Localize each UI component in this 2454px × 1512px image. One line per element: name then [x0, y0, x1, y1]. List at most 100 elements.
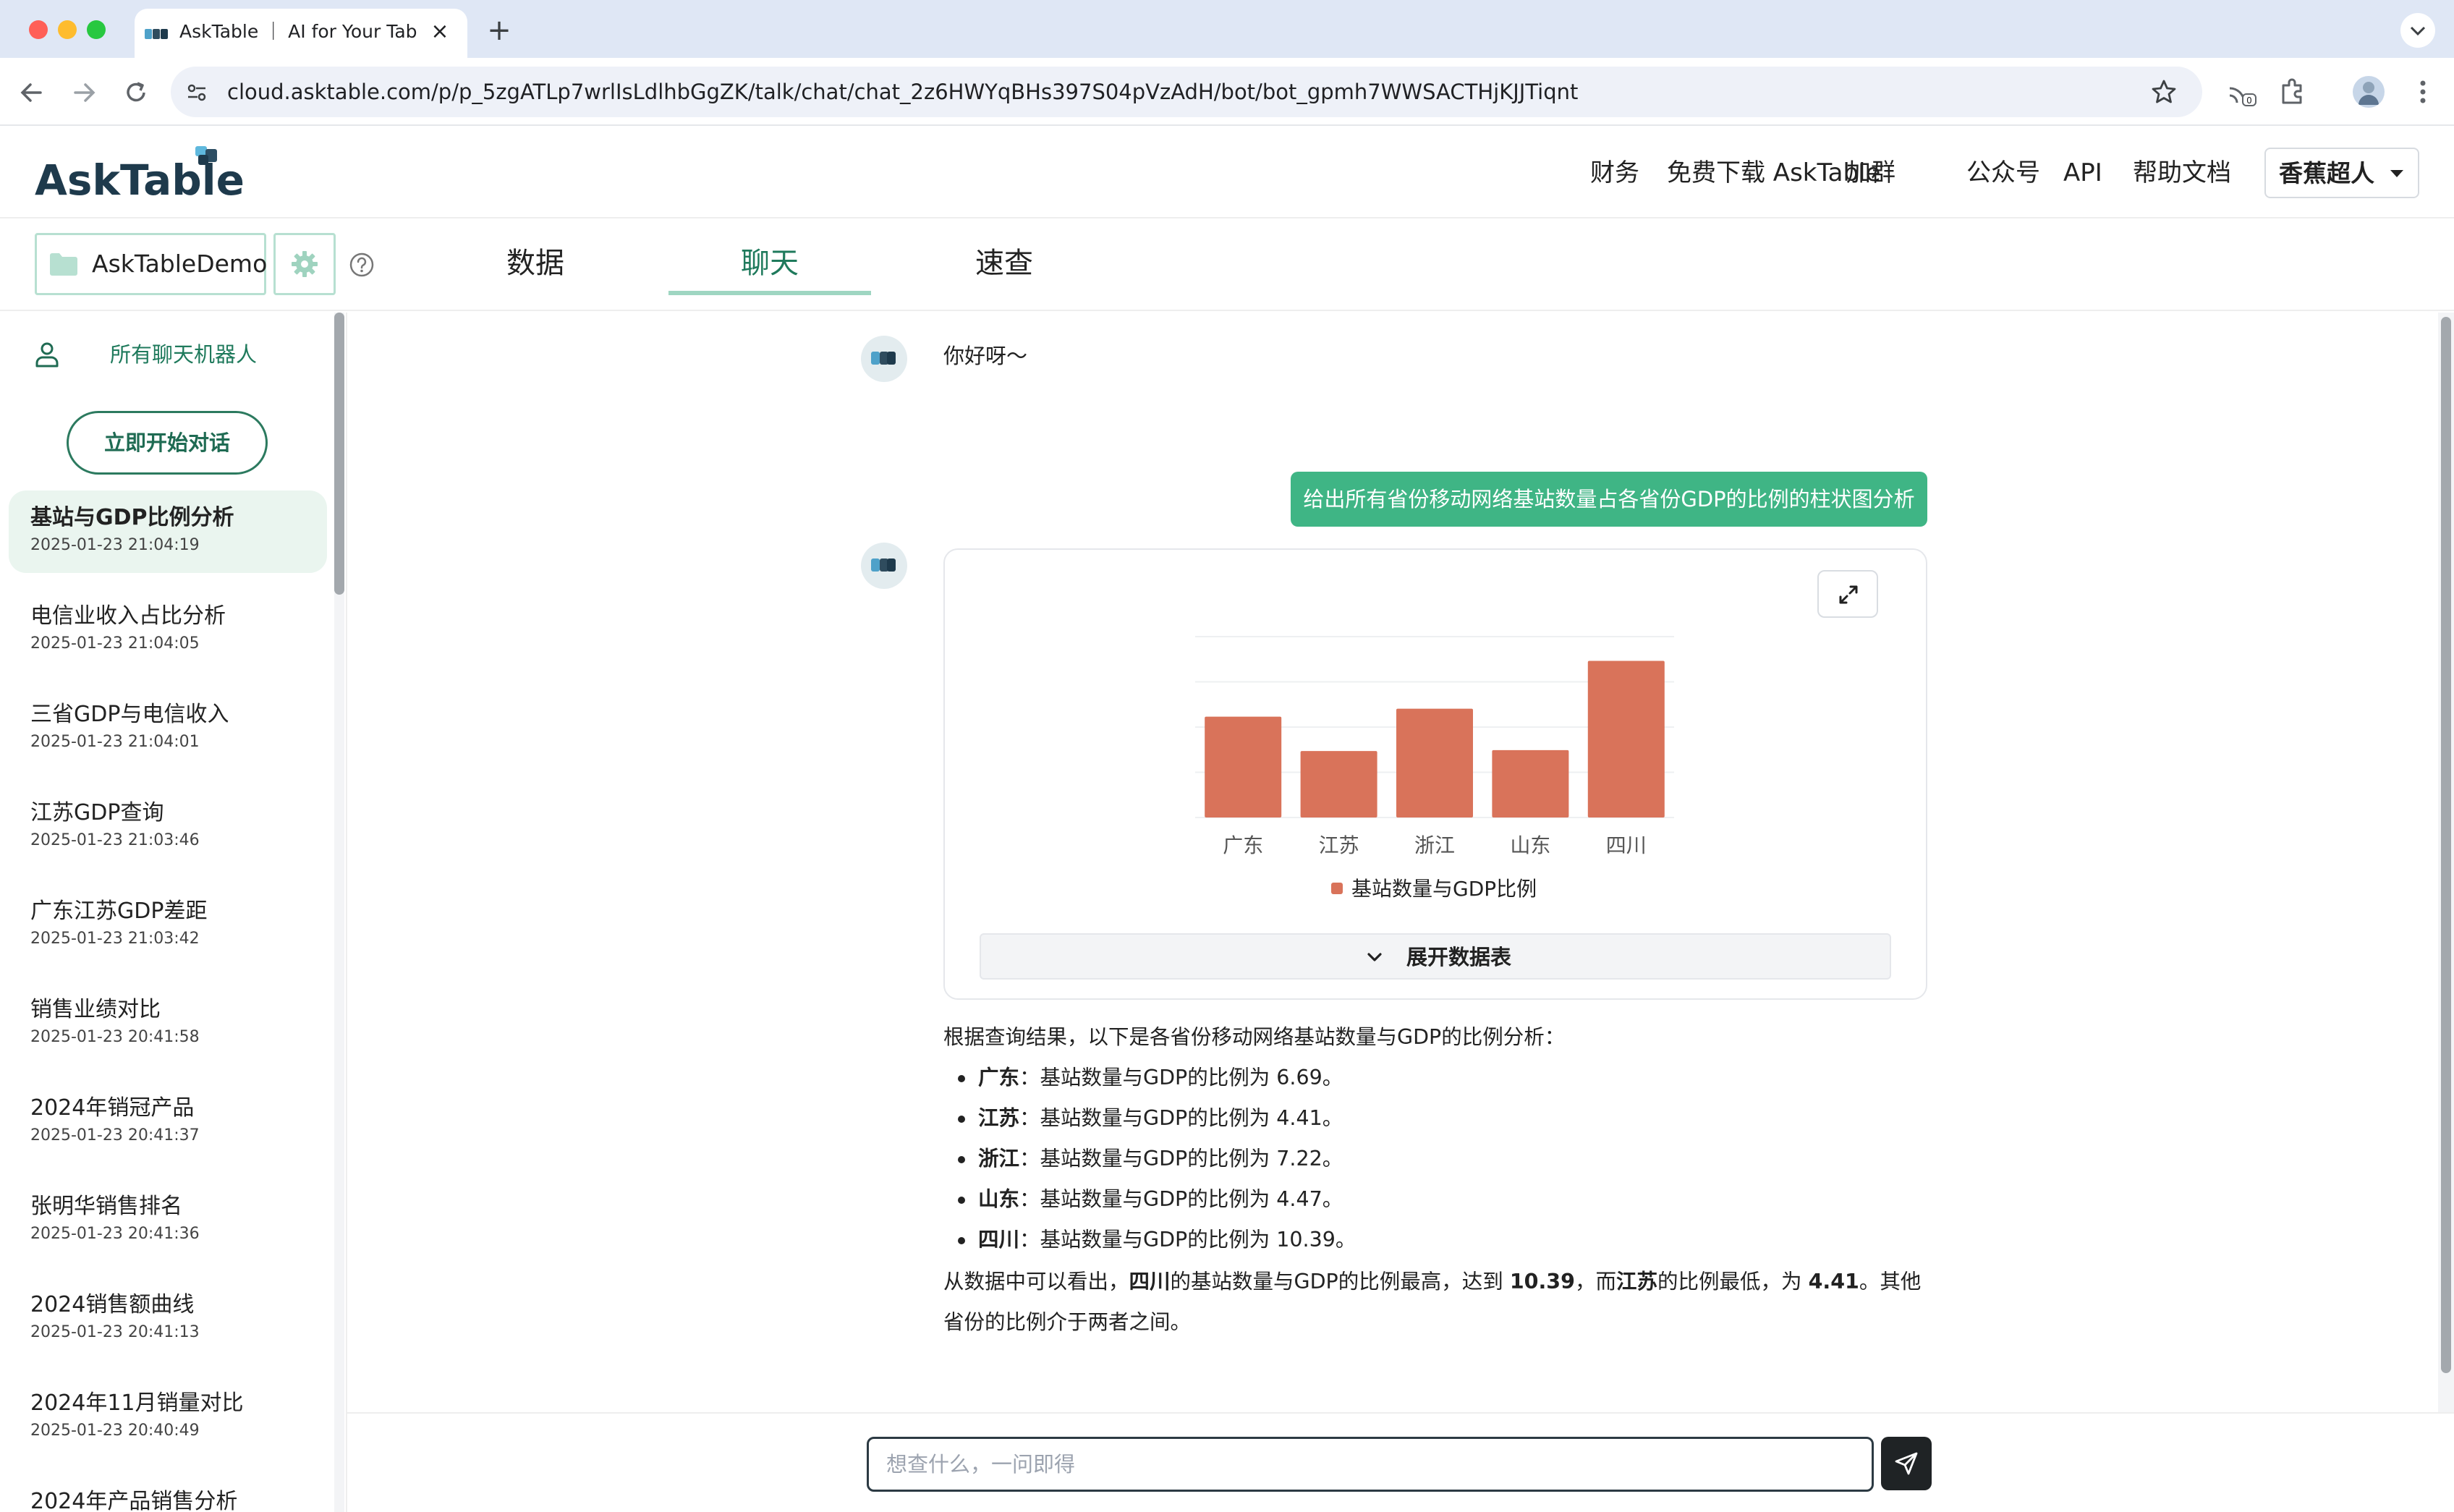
chart-bar — [1300, 751, 1377, 817]
chat-scrollbar[interactable] — [2438, 313, 2454, 1412]
chat-sidebar: 所有聊天机器人 立即开始对话 基站与GDP比例分析 2025-01-23 21:0… — [0, 313, 347, 1512]
chat-list-item[interactable]: 江苏GDP查询 2025-01-23 21:03:46 — [9, 786, 327, 868]
chart-bar — [1396, 708, 1473, 817]
all-bots-link[interactable]: 所有聊天机器人 — [29, 334, 318, 375]
chart-x-tick-label: 浙江 — [1414, 833, 1455, 857]
nav-link-help-docs[interactable]: 帮助文档 — [2133, 155, 2231, 191]
tab-data[interactable]: 数据 — [463, 240, 608, 286]
chat-item-title: 基站与GDP比例分析 — [30, 505, 234, 530]
chat-list-item[interactable]: 2024销售额曲线 2025-01-23 20:41:13 — [9, 1278, 327, 1360]
tab-close-icon[interactable]: × — [427, 19, 453, 45]
help-question-icon[interactable] — [349, 252, 375, 278]
back-arrow-icon[interactable] — [16, 77, 48, 109]
nav-link-finance[interactable]: 财务 — [1590, 155, 1639, 191]
expand-data-table-button[interactable]: 展开数据表 — [980, 933, 1891, 980]
window-close-button[interactable] — [29, 20, 48, 39]
user-menu-dropdown[interactable]: 香蕉超人 — [2264, 148, 2419, 198]
cast-icon[interactable]: 0 — [2225, 75, 2259, 109]
chat-list-item[interactable]: 2024年销冠产品 2025-01-23 20:41:37 — [9, 1081, 327, 1163]
chat-list-item[interactable]: 广东江苏GDP差距 2025-01-23 21:03:42 — [9, 884, 327, 967]
bookmark-star-icon[interactable] — [2150, 78, 2178, 106]
datasource-settings-button[interactable] — [273, 233, 336, 295]
nav-link-official-account[interactable]: 公众号 — [1966, 155, 2040, 191]
expand-chart-button[interactable] — [1817, 570, 1878, 618]
chat-list-item[interactable]: 张明华销售排名 2025-01-23 20:41:36 — [9, 1179, 327, 1262]
address-bar[interactable]: cloud.asktable.com/p/p_5zgATLp7wrlIsLdlh… — [171, 67, 2202, 117]
tab-search-button[interactable] — [2400, 13, 2435, 48]
analysis-list-item: 江苏：基站数量与GDP的比例为 4.41。 — [958, 1103, 1942, 1143]
analysis-intro: 根据查询结果，以下是各省份移动网络基站数量与GDP的比例分析： — [943, 1025, 1566, 1049]
analysis-province: 浙江 — [978, 1147, 1020, 1171]
analysis-province: 四川 — [978, 1228, 1020, 1252]
chat-list-item[interactable]: 销售业绩对比 2025-01-23 20:41:58 — [9, 982, 327, 1065]
window-minimize-button[interactable] — [58, 20, 77, 39]
message-input[interactable] — [867, 1437, 1874, 1492]
site-info-icon[interactable] — [185, 81, 208, 104]
bot-avatar — [861, 543, 907, 589]
expand-data-table-label: 展开数据表 — [1406, 945, 1512, 969]
app-header: AskTable 财务 免费下载 AskTable 加群 公众号 API 帮助文… — [0, 127, 2454, 218]
chat-scroll-thumb[interactable] — [2441, 317, 2451, 1373]
chat-item-title: 广东江苏GDP差距 — [30, 899, 208, 924]
conclusion-text: 的基站数量与GDP的比例最高，达到 — [1170, 1270, 1510, 1294]
chat-list-item[interactable]: 电信业收入占比分析 2025-01-23 21:04:05 — [9, 589, 327, 671]
chat-item-title: 2024销售额曲线 — [30, 1292, 195, 1317]
chat-item-title: 2024年11月销量对比 — [30, 1390, 244, 1416]
chart-x-tick-label: 山东 — [1510, 833, 1550, 857]
conclusion-text: ，而 — [1574, 1270, 1616, 1294]
reload-icon[interactable] — [120, 77, 152, 109]
nav-link-join-group[interactable]: 加群 — [1846, 155, 1895, 191]
gear-icon — [292, 251, 318, 277]
chart-bar — [1492, 749, 1569, 817]
chat-item-timestamp: 2025-01-23 21:04:19 — [30, 536, 200, 554]
profile-avatar[interactable] — [2353, 76, 2385, 108]
tab-chat[interactable]: 聊天 — [668, 240, 871, 286]
browser-menu-icon[interactable] — [2406, 75, 2440, 109]
sidebar-scrollbar[interactable] — [334, 313, 344, 1512]
chart-card: 广东 江苏 浙江 山东 四川 基站数量与GDP比例 展开数据表 — [943, 548, 1927, 1000]
sidebar-scroll-thumb[interactable] — [334, 313, 344, 595]
chat-list-item[interactable]: 2024年产品销售分析 — [9, 1474, 327, 1512]
user-name: 香蕉超人 — [2279, 159, 2374, 187]
conclusion-highest-province: 四川 — [1129, 1270, 1171, 1294]
chat-item-timestamp: 2025-01-23 20:41:36 — [30, 1225, 200, 1243]
analysis-list-item: 山东：基站数量与GDP的比例为 4.47。 — [958, 1184, 1942, 1224]
analysis-ratio-text: ：基站数量与GDP的比例为 4.47。 — [1019, 1187, 1343, 1211]
analysis-province: 广东 — [978, 1066, 1020, 1090]
nav-link-api[interactable]: API — [2063, 155, 2102, 191]
chat-item-title: 电信业收入占比分析 — [30, 603, 226, 629]
chat-item-timestamp: 2025-01-23 20:40:49 — [30, 1422, 200, 1440]
conclusion-lowest-province: 江苏 — [1616, 1270, 1657, 1294]
analysis-list-item: 四川：基站数量与GDP的比例为 10.39。 — [958, 1224, 1942, 1265]
logo-mark-icon — [195, 146, 217, 165]
analysis-list: 广东：基站数量与GDP的比例为 6.69。 江苏：基站数量与GDP的比例为 4.4… — [958, 1062, 1942, 1265]
browser-tab-title: AskTable ｜ AI for Your Tables — [179, 21, 418, 42]
window-maximize-button[interactable] — [87, 20, 106, 39]
chat-list-item[interactable]: 三省GDP与电信收入 2025-01-23 21:04:01 — [9, 687, 327, 770]
asktable-logo[interactable]: AskTable — [35, 143, 245, 204]
chat-item-title: 销售业绩对比 — [30, 997, 161, 1022]
chat-item-timestamp: 2025-01-23 21:03:46 — [30, 831, 200, 849]
send-paper-plane-icon — [1895, 1452, 1918, 1475]
tab-quick-query[interactable]: 速查 — [932, 240, 1077, 286]
send-button[interactable] — [1881, 1437, 1932, 1490]
chat-list-item[interactable]: 基站与GDP比例分析 2025-01-23 21:04:19 — [9, 490, 327, 573]
chart-x-tick-label: 四川 — [1606, 833, 1647, 857]
message-composer — [347, 1412, 2454, 1512]
browser-tab-active[interactable]: AskTable ｜ AI for Your Tables × — [135, 9, 467, 58]
browser-tab-strip: AskTable ｜ AI for Your Tables × + — [0, 0, 2454, 58]
chat-list-item[interactable]: 2024年11月销量对比 2025-01-23 20:40:49 — [9, 1376, 327, 1458]
new-tab-button[interactable]: + — [483, 14, 515, 46]
chart-legend-swatch — [1331, 883, 1343, 894]
chat-item-timestamp: 2025-01-23 20:41:13 — [30, 1323, 200, 1341]
datasource-selector[interactable]: AskTableDemo — [35, 233, 267, 295]
forward-arrow-icon[interactable] — [68, 77, 100, 109]
expand-icon — [1839, 585, 1858, 604]
analysis-province: 山东 — [978, 1187, 1020, 1211]
chart-legend-label: 基站数量与GDP比例 — [1351, 877, 1537, 901]
analysis-province: 江苏 — [978, 1106, 1020, 1130]
start-chat-button[interactable]: 立即开始对话 — [67, 411, 268, 475]
extensions-puzzle-icon[interactable] — [2276, 75, 2309, 109]
chart-bar — [1205, 716, 1282, 817]
profile-person-icon — [2359, 82, 2379, 105]
